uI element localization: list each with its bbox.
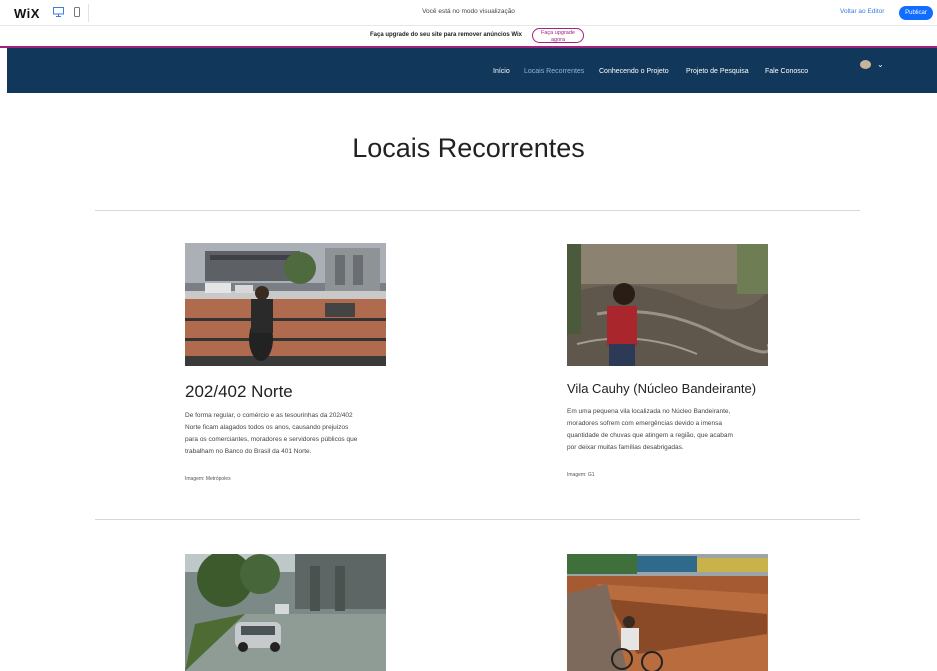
nav-item-conhecendo-o-projeto[interactable]: Conhecendo o Projeto [599, 68, 669, 75]
desc-line: trabalham no Banco do Brasil da 401 Nort… [185, 448, 312, 455]
image-flooded-road[interactable] [185, 554, 386, 671]
item-desc-202-402-norte: De forma regular, o comércio e as tesour… [185, 410, 400, 458]
page-title: Locais Recorrentes [352, 133, 585, 163]
desc-line: moradores sofrem com emergências devido … [567, 420, 722, 427]
divider [95, 210, 860, 211]
profile-menu[interactable]: ⌄ [860, 60, 884, 69]
upgrade-text: Faça upgrade do seu site para remover an… [370, 32, 522, 38]
nav-item-inicio[interactable]: Início [493, 68, 510, 75]
avatar [860, 60, 871, 69]
upgrade-button-line2: agora [550, 36, 566, 43]
image-vila-cauhy[interactable] [567, 244, 768, 366]
item-title-202-402-norte: 202/402 Norte [185, 382, 293, 401]
desc-line: Em uma pequena vila localizada no Núcleo… [567, 408, 731, 415]
chevron-down-icon: ⌄ [877, 59, 884, 69]
preview-mode-text: Você está no modo visualização [422, 8, 515, 15]
divider [95, 519, 860, 520]
nav-item-projeto-de-pesquisa[interactable]: Projeto de Pesquisa [686, 68, 749, 75]
item-desc-vila-cauhy: Em uma pequena vila localizada no Núcleo… [567, 406, 782, 454]
desc-line: Norte ficam alagados todos os anos, caus… [185, 424, 349, 431]
image-credit: Imagem: Metrópoles [185, 476, 231, 482]
back-to-editor-link[interactable]: Voltar ao Editor [840, 8, 884, 15]
desc-line: De forma regular, o comércio e as tesour… [185, 412, 353, 419]
desc-line: quantidade de chuvas que atingem a regiã… [567, 432, 733, 439]
desc-line: por deixar muitas famílias desabrigadas. [567, 444, 684, 451]
desc-line: para os comerciantes, moradores e servid… [185, 436, 358, 443]
image-collapsed-street[interactable] [567, 554, 768, 671]
nav-item-locais-recorrentes[interactable]: Locais Recorrentes [524, 68, 584, 75]
item-title-vila-cauhy: Vila Cauhy (Núcleo Bandeirante) [567, 381, 757, 396]
upgrade-banner: Faça upgrade do seu site para remover an… [0, 26, 937, 48]
nav-item-fale-conosco[interactable]: Fale Conosco [765, 68, 808, 75]
image-credit: Imagem: G1 [567, 472, 595, 478]
image-202-402-norte[interactable] [185, 243, 386, 366]
wix-preview-bar: WiX Você está no modo visualização Volta… [0, 0, 937, 26]
publish-button[interactable]: Publicar [899, 6, 933, 20]
upgrade-button[interactable]: Faça upgrade agora [532, 28, 584, 43]
